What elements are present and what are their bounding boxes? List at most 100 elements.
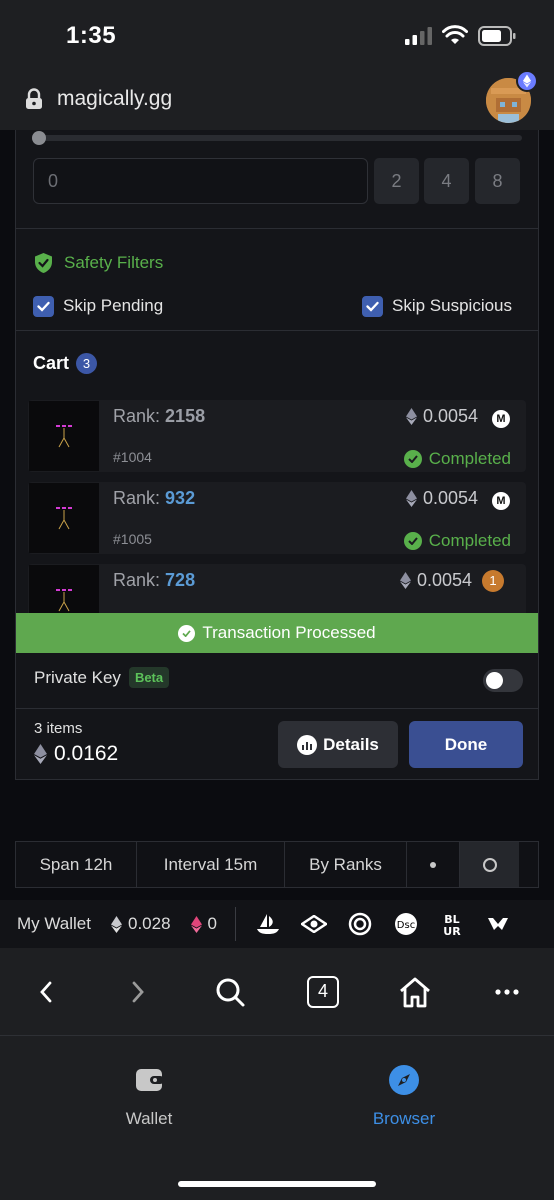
nft-thumbnail [29,483,99,553]
back-button[interactable] [28,974,64,1010]
home-button[interactable] [397,974,433,1010]
ethereum-icon [34,744,47,764]
tabs-button[interactable]: 4 [305,974,341,1010]
item-price: 0.0054 [399,570,472,591]
weth-icon [190,915,202,933]
transaction-processed-banner: Transaction Processed [16,613,538,653]
status-completed: Completed [403,531,511,551]
svg-text:UR: UR [443,925,461,936]
items-count: 3 items [34,720,83,737]
cart-item[interactable]: Rank: 932 #1005 0.0054 M Completed [28,482,526,554]
status-time: 1:35 [66,22,117,49]
address-bar[interactable]: magically.gg [0,70,554,130]
tab-browser[interactable]: Browser [344,1064,464,1129]
quantity-preset-2[interactable]: 2 [374,158,419,204]
token-id: #1004 [113,449,152,465]
chevron-left-icon [40,981,52,1003]
check-circle-icon [178,624,196,642]
cart-total: 0.0162 [34,742,118,766]
url-domain[interactable]: magically.gg [57,87,172,111]
private-key-row: Private Key Beta [34,667,170,688]
item-price: 0.0054 [405,488,478,509]
divider [16,330,538,331]
cart-item[interactable]: Rank: 2158 #1004 0.0054 M Completed [28,400,526,472]
wallet-strip: My Wallet 0.028 0 Dsc BL UR [0,900,554,948]
nft-figure-icon [56,507,72,530]
quantity-preset-8[interactable]: 8 [475,158,520,204]
check-circle-icon [403,450,422,468]
check-circle-icon [403,532,422,550]
checkbox-checked-icon[interactable] [362,295,383,317]
rank-value: 2158 [165,406,206,426]
cart-count-badge: 3 [76,353,98,374]
divider [16,708,538,709]
svg-text:Dsc: Dsc [397,920,415,931]
skip-pending-checkbox[interactable]: Skip Pending [33,294,163,318]
slider-thumb[interactable] [32,131,46,145]
ring-view-toggle[interactable] [460,842,519,887]
skip-suspicious-checkbox[interactable]: Skip Suspicious [362,294,512,318]
wifi-icon [442,25,468,44]
eth-balance: 0.028 [111,914,171,934]
eye-icon[interactable] [300,911,328,937]
wallet-icon [136,1069,164,1091]
cart-title: Cart [33,353,70,373]
checkbox-checked-icon[interactable] [33,295,54,317]
dot-view-toggle[interactable] [407,842,460,887]
toggle-knob[interactable] [486,672,503,689]
forward-button[interactable] [120,974,156,1010]
pending-count-badge: 1 [482,570,504,592]
cellular-signal-icon [405,27,432,45]
token-id: #1005 [113,531,152,547]
battery-icon [478,26,516,46]
tab-wallet[interactable]: Wallet [89,1064,209,1129]
skip-pending-label: Skip Pending [63,296,164,315]
web-page: 0 2 4 8 Safety Filters Skip Pending Skip… [0,130,554,900]
status-completed: Completed [403,449,511,469]
tab-wallet-label: Wallet [125,1109,173,1128]
rank-text: Rank: 728 [113,570,196,590]
dot-icon [430,861,436,868]
blur-icon[interactable]: BL UR [438,911,466,937]
x2y2-icon[interactable]: Dsc [392,911,420,937]
lock-icon [26,88,42,109]
ranks-filter[interactable]: By Ranks [285,842,407,887]
opensea-icon[interactable] [254,911,282,937]
chevron-right-icon [132,981,144,1003]
tab-count: 4 [307,976,339,1008]
magiceden-marketplace-icon: M [492,410,510,428]
interval-filter[interactable]: Interval 15m [137,842,285,887]
ethereum-icon [405,490,417,507]
skip-suspicious-label: Skip Suspicious [392,296,513,315]
circle-icon [482,857,497,872]
rank-value: 932 [165,488,196,508]
chart-filter-bar: Span 12h Interval 15m By Ranks [15,841,539,888]
ethereum-network-icon [516,70,538,92]
quantity-preset-4[interactable]: 4 [424,158,469,204]
search-icon [216,978,245,1007]
home-indicator[interactable] [178,1181,376,1187]
magiceden-icon[interactable] [484,911,512,937]
quantity-input[interactable]: 0 [33,158,368,204]
compass-icon [389,1065,419,1095]
browser-toolbar: 4 [0,948,554,1036]
search-button[interactable] [212,974,248,1010]
rank-text: Rank: 932 [113,488,196,508]
private-key-label: Private Key [34,667,121,687]
safety-filters-title: Safety Filters [64,253,164,272]
more-dots-icon [495,989,519,995]
done-button[interactable]: Done [409,721,523,768]
details-button[interactable]: Details [278,721,398,768]
private-key-toggle[interactable] [483,669,523,692]
more-button[interactable] [489,974,525,1010]
chart-icon [297,734,318,755]
span-filter[interactable]: Span 12h [16,842,137,887]
my-wallet-label[interactable]: My Wallet [17,914,91,934]
item-price: 0.0054 [405,406,478,427]
quantity-slider[interactable] [32,131,522,145]
looksrare-ring-icon[interactable] [346,911,374,937]
home-icon [400,977,430,1008]
sweep-panel: 0 2 4 8 Safety Filters Skip Pending Skip… [15,130,539,780]
ethereum-icon [405,408,417,425]
divider [235,907,237,941]
